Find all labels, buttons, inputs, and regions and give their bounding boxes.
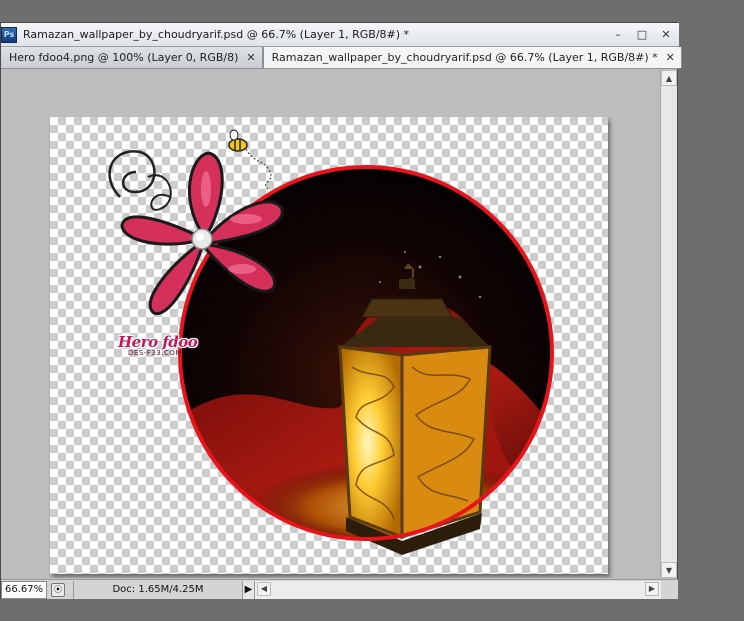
close-button[interactable]: ✕ <box>659 27 673 41</box>
document-canvas[interactable]: Hero fdoo DES-F33.COM <box>50 117 608 574</box>
scroll-left-icon[interactable]: ◀ <box>257 581 271 596</box>
document-window: Ps Ramazan_wallpaper_by_choudryarif.psd … <box>0 22 682 599</box>
status-options-icon[interactable]: ⦿ <box>51 582 65 597</box>
vertical-scrollbar[interactable]: ▲ ▼ <box>660 70 677 578</box>
window-controls: – □ ✕ <box>611 27 673 41</box>
tab-ramazan-wallpaper[interactable]: Ramazan_wallpaper_by_choudryarif.psd @ 6… <box>262 47 682 68</box>
document-size-info: Doc: 1.65M/4.25M <box>73 580 243 599</box>
status-menu-arrow-icon[interactable]: ▶ <box>243 580 255 599</box>
status-bar: 66.67% ⦿ Doc: 1.65M/4.25M ▶ ◀ ▶ <box>1 579 661 599</box>
tab-label: Ramazan_wallpaper_by_choudryarif.psd @ 6… <box>271 51 658 64</box>
squiggle-doodle <box>108 150 156 198</box>
scroll-up-icon[interactable]: ▲ <box>661 70 677 86</box>
maximize-button[interactable]: □ <box>635 27 649 41</box>
zoom-level-field[interactable]: 66.67% <box>1 580 47 599</box>
tab-close-icon[interactable]: ✕ <box>246 51 255 64</box>
minimize-button[interactable]: – <box>611 27 625 41</box>
horizontal-scrollbar[interactable]: ◀ ▶ <box>255 580 661 599</box>
bee-doodle <box>228 129 272 190</box>
watermark-subtext: DES-F33.COM <box>128 349 182 357</box>
tab-label: Hero fdoo4.png @ 100% (Layer 0, RGB/8) <box>9 51 239 64</box>
tab-hero-fdoo4[interactable]: Hero fdoo4.png @ 100% (Layer 0, RGB/8) ✕ <box>1 47 263 68</box>
scroll-right-icon[interactable]: ▶ <box>645 581 659 596</box>
photoshop-app-icon: Ps <box>1 26 17 43</box>
document-tab-bar: Hero fdoo4.png @ 100% (Layer 0, RGB/8) ✕… <box>1 47 682 69</box>
canvas-area[interactable]: Hero fdoo DES-F33.COM <box>1 70 661 578</box>
scroll-down-icon[interactable]: ▼ <box>661 562 677 578</box>
window-titlebar[interactable]: Ps Ramazan_wallpaper_by_choudryarif.psd … <box>1 23 679 47</box>
tab-close-icon[interactable]: ✕ <box>666 51 675 64</box>
window-title: Ramazan_wallpaper_by_choudryarif.psd @ 6… <box>23 28 410 41</box>
scrollbar-corner <box>661 579 678 599</box>
workspace-background: Ps Ramazan_wallpaper_by_choudryarif.psd … <box>0 0 744 621</box>
